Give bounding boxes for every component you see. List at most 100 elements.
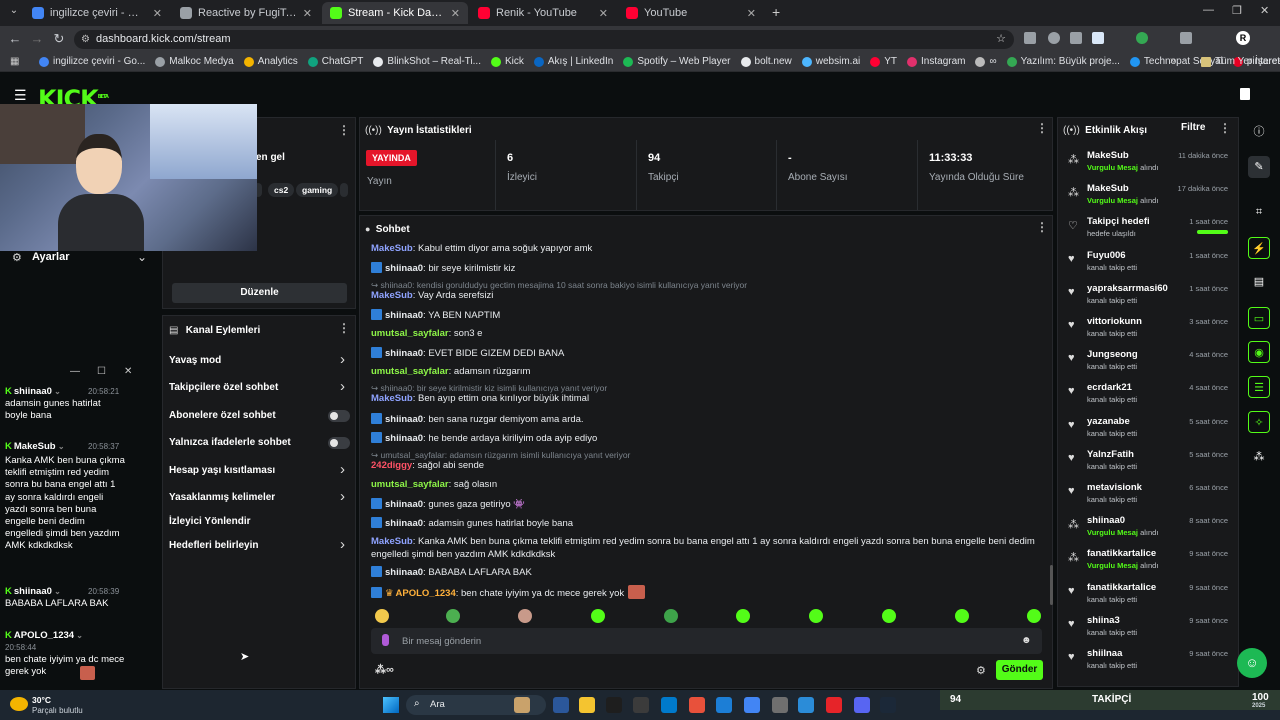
browser-tab[interactable]: YouTube ✕ <box>618 2 764 24</box>
taskbar-app-icon[interactable] <box>661 697 677 713</box>
extension-4-icon[interactable] <box>1092 32 1104 44</box>
chat-settings-icon[interactable]: ⚙ <box>976 664 986 677</box>
stats-menu-icon[interactable]: ⋮ <box>1036 121 1048 135</box>
taskbar-app-icon[interactable] <box>854 697 870 713</box>
taskbar-app-icon[interactable] <box>798 697 814 713</box>
emote-shortcut[interactable] <box>809 609 823 623</box>
activity-item[interactable]: ⁂ MakeSub Vurgulu Mesaj alındı 11 dakika ön… <box>1068 150 1228 180</box>
channel-action-row[interactable]: Yavaş mod › <box>164 351 354 370</box>
chat-username[interactable]: MakeSub <box>371 536 413 547</box>
extension-5-icon[interactable] <box>1136 32 1148 44</box>
chat-username[interactable]: shiinaa0 <box>385 499 423 510</box>
activity-item[interactable]: ⁂ MakeSub Vurgulu Mesaj alındı 17 dakika ön… <box>1068 183 1228 213</box>
extension-1-icon[interactable] <box>1024 32 1036 44</box>
tab-search-icon[interactable]: ⌄ <box>6 5 22 21</box>
bookmark-item[interactable]: Akış | LinkedIn <box>529 56 618 67</box>
bookmark-item[interactable]: Instagram <box>902 56 970 67</box>
activity-filter-button[interactable]: Filtre <box>1181 122 1205 133</box>
taskbar-app-icon[interactable] <box>553 697 569 713</box>
browser-tab[interactable]: Reactive by FugiTech ✕ <box>172 2 320 24</box>
emote-shortcut[interactable] <box>736 609 750 623</box>
tag-gaming[interactable]: gaming <box>296 183 339 197</box>
tab-close-icon[interactable]: ✕ <box>747 7 756 20</box>
taskbar-app-icon[interactable] <box>579 697 595 713</box>
bookmark-item[interactable]: Yazılım: Büyük proje... <box>1002 56 1125 67</box>
popup-username[interactable]: Kshiinaa0 ⌄ <box>5 386 61 397</box>
activity-item[interactable]: ♥ YalnzFatih kanalı takip etti 5 saat önce <box>1068 449 1228 479</box>
hamburger-menu-icon[interactable]: ☰ <box>14 87 27 104</box>
chat-username[interactable]: umutsal_sayfalar <box>371 366 449 377</box>
settings-row[interactable]: ⚙ Ayarlar ⌄ <box>12 250 152 265</box>
emote-shortcut[interactable] <box>1027 609 1041 623</box>
emote-shortcut[interactable] <box>518 609 532 623</box>
popup-minimize-icon[interactable]: — <box>70 366 80 377</box>
browser-tab[interactable]: Stream - Kick Dashboard ✕ <box>322 2 468 24</box>
chat-scrollbar[interactable] <box>1050 565 1053 605</box>
emote-shortcut[interactable] <box>375 609 389 623</box>
tab-close-icon[interactable]: ✕ <box>599 7 608 20</box>
bookmark-item[interactable]: Analytics <box>239 56 303 67</box>
pencil-icon[interactable]: ✎ <box>1248 156 1270 178</box>
activity-item[interactable]: ♡ Takipçi hedefi hedefe ulaşıldı 1 saat önc… <box>1068 216 1228 246</box>
bookmark-item[interactable]: ∞ <box>970 56 1001 67</box>
toggle-switch[interactable] <box>328 410 350 422</box>
taskbar-app-icon[interactable] <box>880 697 896 713</box>
activity-item[interactable]: ♥ fanatikkartalice kanalı takip etti 9 saat… <box>1068 582 1228 612</box>
chat-username[interactable]: MakeSub <box>371 243 413 254</box>
channel-action-row[interactable]: Abonelere özel sohbet <box>164 407 354 425</box>
bookmark-item[interactable]: bolt.new <box>736 56 797 67</box>
popup-maximize-icon[interactable]: ☐ <box>97 366 106 377</box>
channel-action-row[interactable]: Yalnızca ifadelerle sohbet <box>164 434 354 452</box>
edit-button[interactable]: Düzenle <box>172 283 347 303</box>
apps-grid-icon[interactable]: ▦ <box>10 56 19 67</box>
list-tool-icon[interactable]: ☰ <box>1248 376 1270 398</box>
emote-shortcut[interactable] <box>955 609 969 623</box>
taskbar-app-icon[interactable] <box>716 697 732 713</box>
forward-icon[interactable]: → <box>26 31 48 46</box>
taskbar-app-icon[interactable] <box>772 697 788 713</box>
activity-item[interactable]: ♥ ecrdark21 kanalı takip etti 4 saat önce <box>1068 382 1228 412</box>
bookmark-item[interactable]: BlinkShot – Real-Ti... <box>368 56 486 67</box>
activity-item[interactable]: ♥ shiina3 kanalı takip etti 9 saat önce <box>1068 615 1228 645</box>
activity-item[interactable]: ♥ vittoriokunn kanalı takip etti 3 saat önc… <box>1068 316 1228 346</box>
activity-item[interactable]: ♥ shiilnaa kanalı takip etti 9 saat önce <box>1068 648 1228 678</box>
extensions-puzzle-icon[interactable] <box>1180 32 1192 44</box>
crop-icon[interactable]: ⌗ <box>1248 201 1270 223</box>
popup-username[interactable]: Kshiinaa0 ⌄ <box>5 586 61 597</box>
channel-action-row[interactable]: Hedefleri belirleyin › <box>164 536 354 555</box>
bookmark-item[interactable]: Kick <box>486 56 529 67</box>
reload-icon[interactable]: ↻ <box>48 31 70 47</box>
chat-username[interactable]: MakeSub <box>371 290 413 301</box>
bookmark-star-icon[interactable]: ☆ <box>996 30 1006 49</box>
activity-menu-icon[interactable]: ⋮ <box>1219 121 1231 135</box>
taskbar-app-icon[interactable] <box>514 697 530 713</box>
window-maximize-icon[interactable]: ❐ <box>1232 4 1242 17</box>
apps-icon[interactable]: ⁂ <box>1248 446 1270 468</box>
info-icon[interactable]: ⓘ <box>1248 121 1270 143</box>
header-right-icon[interactable] <box>1240 88 1250 100</box>
all-bookmarks[interactable]: Tüm Yer İşaretleri <box>1196 56 1280 67</box>
browser-tab[interactable]: ingilizce çeviri - Google'da Ara ✕ <box>24 2 170 24</box>
activity-item[interactable]: ♥ metavisionk kanalı takip etti 6 saat önce <box>1068 482 1228 512</box>
emoji-icon[interactable]: ☻ <box>1021 635 1032 646</box>
chat-username[interactable]: shiinaa0 <box>385 433 423 444</box>
wrench-icon[interactable]: ✧ <box>1248 411 1270 433</box>
taskbar-app-icon[interactable] <box>606 697 622 713</box>
activity-item[interactable]: ♥ Jungseong kanalı takip etti 4 saat önce <box>1068 349 1228 379</box>
chat-username[interactable]: shiinaa0 <box>385 348 423 359</box>
chat-message-input[interactable]: Bir mesaj gönderin ☻ <box>371 628 1042 654</box>
bookmarks-overflow-icon[interactable]: » <box>1170 55 1176 66</box>
chat-username[interactable]: MakeSub <box>371 393 413 404</box>
bookmark-item[interactable]: websim.ai <box>797 56 865 67</box>
new-tab-button[interactable]: + <box>772 4 780 20</box>
activity-item[interactable]: ⁂ fanatikkartalice Vurgulu Mesaj alındı 9 s… <box>1068 548 1228 578</box>
popup-username[interactable]: K APOLO_1234 ⌄ <box>5 630 83 641</box>
bookmark-item[interactable]: YT <box>865 56 902 67</box>
stream-info-menu-icon[interactable]: ⋮ <box>338 123 350 137</box>
tab-close-icon[interactable]: ✕ <box>153 7 162 20</box>
profile-avatar[interactable]: R <box>1236 31 1250 45</box>
channel-action-row[interactable]: Takipçilere özel sohbet › <box>164 378 354 397</box>
chat-username[interactable]: APOLO_1234 <box>396 588 456 599</box>
window-close-icon[interactable]: ✕ <box>1260 4 1269 17</box>
microphone-icon[interactable] <box>382 634 389 646</box>
